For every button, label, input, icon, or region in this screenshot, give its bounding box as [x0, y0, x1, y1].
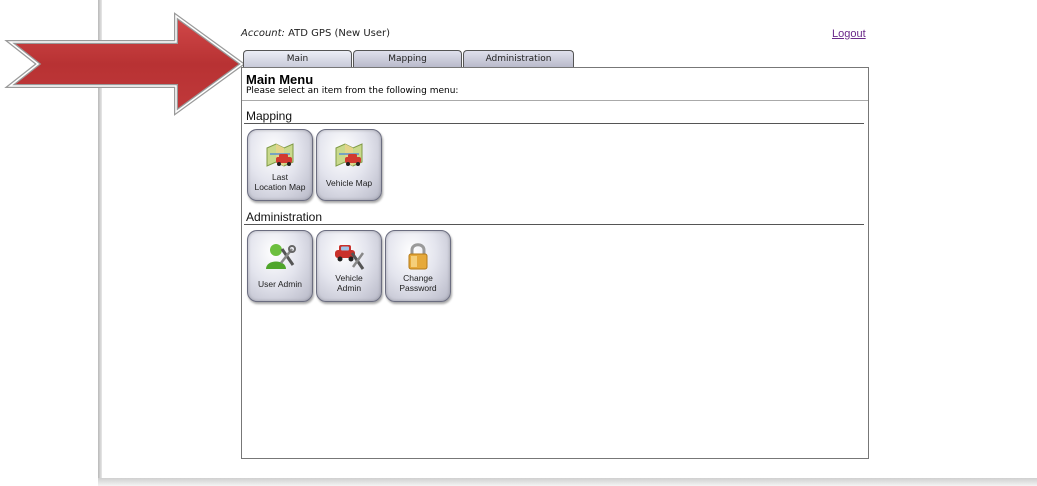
car-tools-icon: [335, 245, 365, 270]
vehicle-map-button[interactable]: Vehicle Map: [316, 129, 382, 201]
page-title: Main Menu: [246, 72, 314, 87]
section-title-mapping: Mapping: [246, 109, 293, 123]
page-subtitle: Please select an item from the following…: [246, 86, 459, 96]
account-label: Account:: [241, 28, 285, 39]
change-password-button[interactable]: Change Password: [385, 230, 451, 302]
map-car-icon: [266, 143, 294, 167]
tile-label: Change: [403, 273, 433, 283]
tile-label: Password: [399, 283, 437, 293]
tile-label: Last: [271, 172, 289, 182]
last-location-map-button[interactable]: Last Location Map: [247, 129, 313, 201]
tile-label: Vehicle: [335, 273, 363, 283]
map-car-icon: [335, 143, 363, 167]
section-title-administration: Administration: [246, 210, 323, 224]
tile-label: User Admin: [258, 279, 302, 289]
tile-label: Location Map: [254, 182, 306, 192]
tile-label: Admin: [336, 283, 362, 293]
logout-link[interactable]: Logout: [832, 28, 866, 40]
section-divider: [244, 123, 864, 124]
user-admin-button[interactable]: User Admin: [247, 230, 313, 302]
pointer-arrow-icon: [4, 12, 246, 116]
divider: [242, 100, 868, 101]
user-tools-icon: [266, 244, 296, 269]
tile-label: Vehicle Map: [325, 178, 373, 188]
tab-mapping[interactable]: Mapping: [353, 50, 462, 67]
tab-main[interactable]: Main: [243, 50, 352, 67]
account-info: Account: ATD GPS (New User): [241, 28, 390, 39]
lock-icon: [408, 243, 428, 270]
main-panel: Main Menu Please select an item from the…: [241, 67, 869, 459]
vehicle-admin-button[interactable]: Vehicle Admin: [316, 230, 382, 302]
section-divider: [244, 224, 864, 225]
page-shadow-bottom: [98, 478, 1037, 486]
tab-administration[interactable]: Administration: [463, 50, 574, 67]
account-value: ATD GPS (New User): [288, 28, 391, 39]
